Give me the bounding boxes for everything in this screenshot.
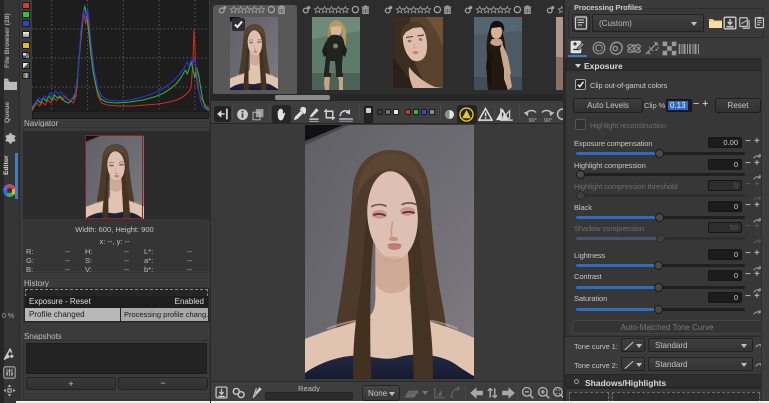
svg-text:90°: 90° <box>544 118 552 123</box>
svg-text:90°: 90° <box>529 118 537 123</box>
